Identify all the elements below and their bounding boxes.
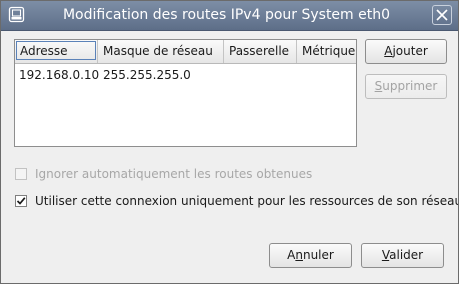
routes-table[interactable]: Adresse Masque de réseau Passerelle Métr… — [14, 39, 357, 147]
routes-table-header: Adresse Masque de réseau Passerelle Métr… — [15, 40, 356, 64]
column-header-gateway[interactable]: Passerelle — [224, 40, 297, 63]
cell-netmask[interactable]: 255.255.255.0 — [99, 64, 191, 86]
title-bar[interactable]: Modification des routes IPv4 pour System… — [1, 1, 458, 31]
ignore-auto-routes-label: Ignorer automatiquement les routes obten… — [35, 167, 313, 181]
column-header-netmask[interactable]: Masque de réseau — [98, 40, 224, 63]
dialog-window: Modification des routes IPv4 pour System… — [0, 0, 459, 284]
window-title: Modification des routes IPv4 pour System… — [62, 7, 391, 23]
cancel-button[interactable]: Annuler — [269, 243, 352, 268]
only-network-resources-label: Utiliser cette connexion uniquement pour… — [35, 194, 459, 208]
checkmark-icon — [15, 195, 27, 207]
column-header-address[interactable]: Adresse — [15, 40, 98, 63]
ok-button[interactable]: Valider — [361, 243, 444, 268]
close-icon[interactable] — [432, 5, 452, 25]
column-focus-outline — [16, 41, 96, 60]
column-header-metric[interactable]: Métrique — [297, 40, 356, 63]
add-route-button[interactable]: Ajouter — [365, 39, 447, 64]
table-row[interactable]: 192.168.0.10 255.255.255.0 — [15, 64, 356, 86]
delete-route-button[interactable]: Supprimer — [365, 74, 447, 99]
cell-address[interactable]: 192.168.0.10 — [15, 64, 99, 86]
checkbox-unchecked-icon — [15, 168, 27, 180]
window-menu-icon[interactable] — [8, 6, 25, 23]
